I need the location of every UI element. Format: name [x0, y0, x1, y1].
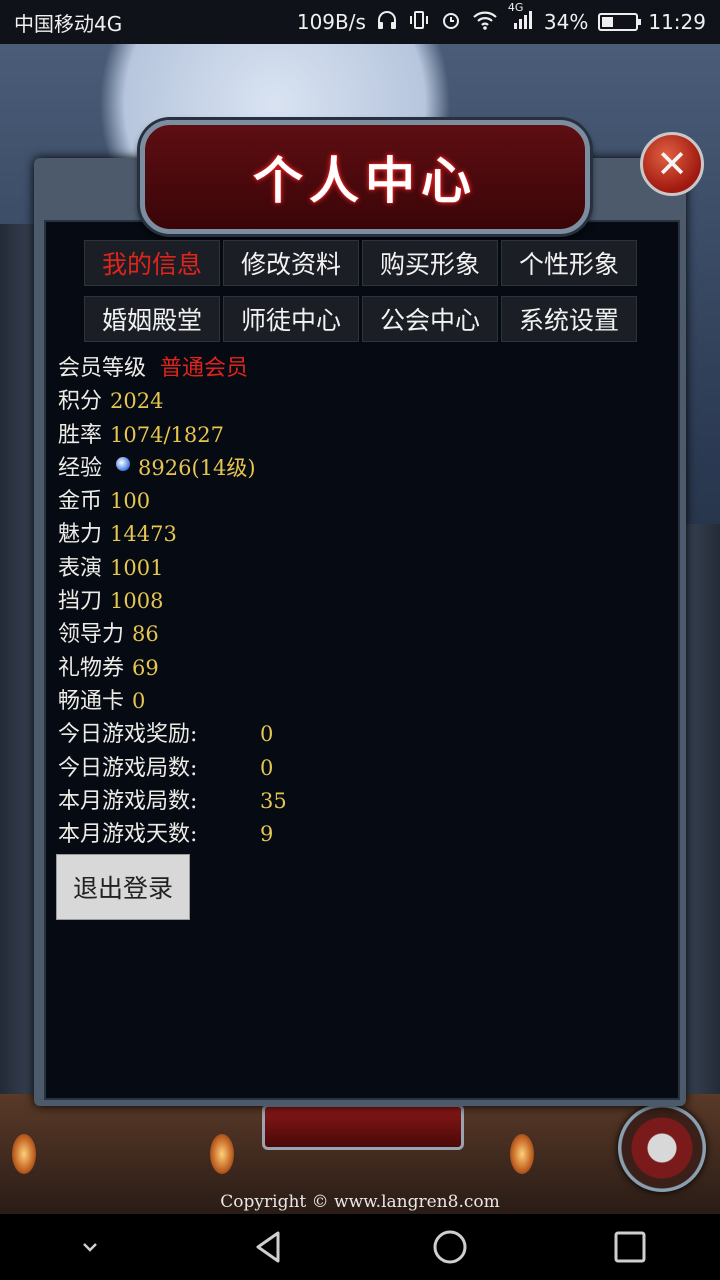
points-value: 2024	[110, 389, 164, 414]
info-row-performance: 表演 1001	[58, 552, 658, 585]
info-row-charm: 魅力 14473	[58, 518, 658, 551]
tab-system-settings[interactable]: 系统设置	[501, 296, 637, 342]
gift-vouchers-value: 69	[132, 655, 159, 680]
exp-gem-icon	[116, 456, 131, 471]
battery-icon	[598, 13, 642, 31]
background-tower-right	[682, 524, 720, 1124]
info-row-today-games: 今日游戏局数: 0	[58, 752, 658, 785]
info-label: 胜率	[58, 422, 103, 448]
win-rate-value: 1074/1827	[110, 422, 224, 447]
lamp-icon	[12, 1134, 36, 1174]
vibrate-icon	[408, 9, 430, 36]
network-type: 4G	[507, 0, 524, 14]
gold-value: 100	[110, 489, 151, 514]
info-label: 积分	[58, 389, 103, 415]
tab-mentor-center[interactable]: 师徒中心	[223, 296, 359, 342]
logout-button[interactable]: 退出登录	[56, 854, 190, 920]
tab-custom-avatar[interactable]: 个性形象	[501, 240, 637, 286]
tab-edit-profile[interactable]: 修改资料	[223, 240, 359, 286]
tab-my-info[interactable]: 我的信息	[84, 240, 220, 286]
status-bar: 中国移动4G 109B/s 4G 34% 11:29	[0, 0, 720, 44]
today-reward-value: 0	[260, 722, 274, 747]
info-label: 本月游戏局数:	[58, 788, 198, 814]
wifi-icon	[472, 9, 498, 36]
info-row-today-reward: 今日游戏奖励: 0	[58, 718, 658, 751]
info-row-block: 挡刀 1008	[58, 585, 658, 618]
dialog-title: 个人中心	[253, 151, 477, 210]
info-row-leadership: 领导力 86	[58, 618, 658, 651]
navigation-bar	[0, 1214, 720, 1280]
recents-icon[interactable]	[600, 1217, 660, 1277]
tab-bar: 我的信息 修改资料 购买形象 个性形象 婚姻殿堂 师徒中心 公会中心 系统设置	[84, 240, 638, 342]
experience-value: 8926(14级)	[138, 455, 256, 480]
info-row-gift-vouchers: 礼物券 69	[58, 652, 658, 685]
background-menu-button	[262, 1104, 464, 1150]
close-button[interactable]: ✕	[640, 132, 704, 196]
info-label: 今日游戏奖励:	[58, 722, 198, 748]
info-label: 礼物券	[58, 655, 125, 681]
back-icon[interactable]	[240, 1217, 300, 1277]
copyright-text: Copyright © www.langren8.com	[220, 1192, 500, 1212]
info-label: 挡刀	[58, 589, 103, 615]
info-row-member-level: 会员等级 普通会员	[58, 352, 658, 385]
tab-marriage-hall[interactable]: 婚姻殿堂	[84, 296, 220, 342]
month-days-value: 9	[260, 822, 274, 847]
today-games-value: 0	[260, 755, 274, 780]
pass-card-value: 0	[132, 688, 146, 713]
info-row-month-games: 本月游戏局数: 35	[58, 785, 658, 818]
member-level-value: 普通会员	[160, 356, 249, 381]
info-label: 金币	[58, 489, 103, 515]
leadership-value: 86	[132, 622, 159, 647]
info-label: 畅通卡	[58, 688, 125, 714]
cell-signal-icon: 4G	[508, 1, 534, 36]
charm-value: 14473	[110, 522, 177, 547]
month-games-value: 35	[260, 788, 287, 813]
lamp-icon	[510, 1134, 534, 1174]
user-info-list: 会员等级 普通会员 积分 2024 胜率 1074/1827 经验 8926(14级) …	[58, 352, 658, 851]
info-row-win-rate: 胜率 1074/1827	[58, 419, 658, 452]
battery-percent: 34%	[543, 10, 589, 34]
headphones-icon	[376, 9, 398, 36]
info-label: 本月游戏天数:	[58, 822, 198, 848]
alarm-icon	[440, 9, 462, 36]
lamp-icon	[210, 1134, 234, 1174]
info-label: 领导力	[58, 622, 125, 648]
block-value: 1008	[110, 589, 164, 614]
info-label: 经验	[58, 455, 103, 481]
tab-guild-center[interactable]: 公会中心	[362, 296, 498, 342]
info-row-experience: 经验 8926(14级)	[58, 452, 658, 485]
info-row-pass-card: 畅通卡 0	[58, 685, 658, 718]
carrier-label: 中国移动4G	[14, 11, 123, 36]
info-label: 今日游戏局数:	[58, 755, 198, 781]
info-label: 会员等级	[58, 356, 147, 381]
dialog-title-plaque: 个人中心	[140, 120, 590, 234]
network-speed: 109B/s	[296, 10, 366, 34]
info-row-gold: 金币 100	[58, 485, 658, 518]
clock: 11:29	[648, 10, 706, 34]
settings-gear-button[interactable]	[618, 1104, 706, 1192]
info-row-month-days: 本月游戏天数: 9	[58, 818, 658, 851]
info-label: 表演	[58, 555, 103, 581]
tab-buy-avatar[interactable]: 购买形象	[362, 240, 498, 286]
hide-keyboard-icon[interactable]	[60, 1217, 120, 1277]
home-icon[interactable]	[420, 1217, 480, 1277]
info-row-points: 积分 2024	[58, 385, 658, 418]
close-icon: ✕	[656, 142, 688, 186]
performance-value: 1001	[110, 555, 164, 580]
info-label: 魅力	[58, 522, 103, 548]
